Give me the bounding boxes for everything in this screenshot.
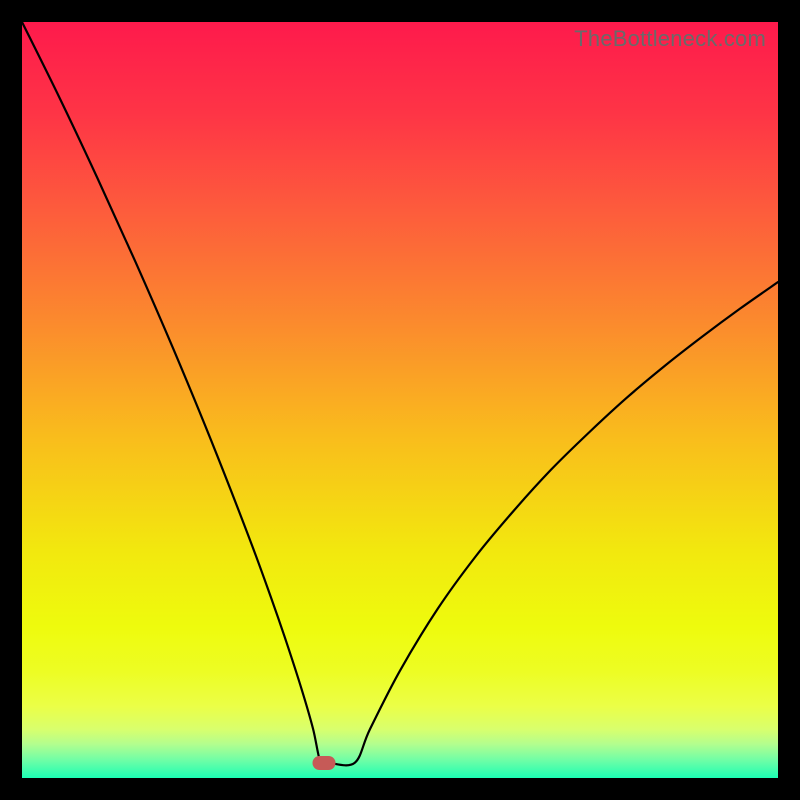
watermark-text: TheBottleneck.com (574, 26, 766, 52)
optimal-point-marker (313, 756, 336, 770)
chart-frame: TheBottleneck.com (22, 22, 778, 778)
bottleneck-chart (22, 22, 778, 778)
gradient-background (22, 22, 778, 778)
